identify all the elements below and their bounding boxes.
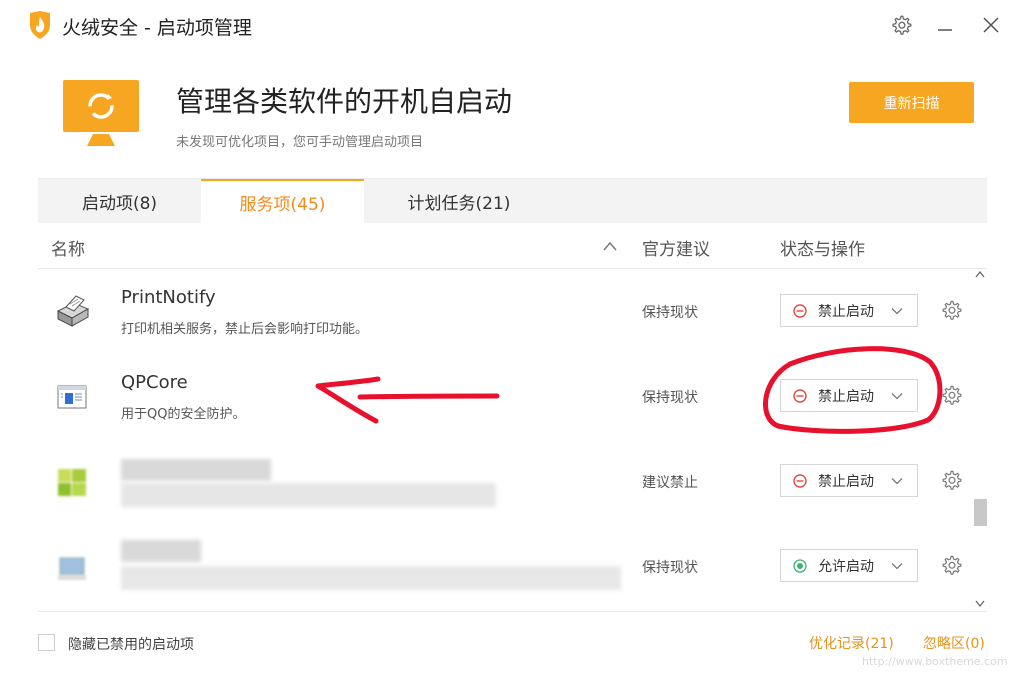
page-heading: 管理各类软件的开机自启动	[176, 85, 513, 118]
column-header-advice: 官方建议	[642, 240, 710, 260]
column-header-name[interactable]: 名称	[51, 235, 85, 260]
gear-icon[interactable]	[941, 300, 963, 322]
service-description: 打印机相关服务，禁止后会影响打印功能。	[121, 322, 369, 337]
scroll-up-icon[interactable]	[975, 269, 985, 281]
official-advice: 保持现状	[642, 560, 698, 576]
list-item: 建议禁止 禁止启动	[38, 439, 970, 524]
chevron-down-icon	[891, 308, 903, 315]
hide-disabled-checkbox[interactable]	[38, 634, 55, 651]
printer-icon	[56, 295, 90, 327]
rescan-button[interactable]: 重新扫描	[849, 82, 974, 123]
gear-icon	[892, 15, 912, 35]
sort-chevron-up-icon[interactable]	[603, 240, 617, 252]
blurred-app-icon	[58, 557, 86, 580]
scroll-thumb[interactable]	[974, 499, 987, 526]
redacted-service-name	[121, 459, 271, 481]
redacted-service-description	[121, 483, 496, 507]
settings-button[interactable]	[888, 12, 914, 38]
startup-monitor-icon	[63, 80, 139, 146]
gear-icon[interactable]	[941, 470, 963, 492]
status-dropdown[interactable]: 禁止启动	[780, 379, 918, 412]
disabled-circle-icon	[793, 388, 807, 403]
status-value: 禁止启动	[818, 388, 874, 405]
disabled-circle-icon	[793, 473, 807, 488]
official-advice: 保持现状	[642, 390, 698, 406]
status-value: 禁止启动	[818, 303, 874, 320]
gear-icon[interactable]	[941, 555, 963, 577]
official-advice: 保持现状	[642, 305, 698, 321]
watermark: http://www.boxtheme.com	[862, 655, 1008, 668]
service-name: QPCore	[121, 372, 188, 393]
huorong-logo-icon	[30, 11, 50, 39]
service-description: 用于QQ的安全防护。	[121, 407, 246, 422]
status-dropdown[interactable]: 禁止启动	[780, 464, 918, 497]
disabled-circle-icon	[793, 303, 807, 318]
status-value: 允许启动	[818, 558, 874, 575]
title-bar: 火绒安全 - 启动项管理	[0, 0, 1025, 50]
tab-scheduled-tasks[interactable]: 计划任务(21)	[364, 179, 554, 224]
minimize-icon	[938, 29, 952, 31]
gear-icon[interactable]	[941, 385, 963, 407]
enabled-circle-icon	[793, 558, 807, 573]
status-dropdown[interactable]: 允许启动	[780, 549, 918, 582]
list-item: QPCore 用于QQ的安全防护。 保持现状 禁止启动	[38, 354, 970, 439]
window-title: 火绒安全 - 启动项管理	[62, 17, 252, 39]
service-list: PrintNotify 打印机相关服务，禁止后会影响打印功能。 保持现状 禁止启…	[38, 269, 970, 611]
column-header-status: 状态与操作	[780, 240, 865, 260]
list-item: 保持现状 允许启动	[38, 524, 970, 609]
chevron-down-icon	[891, 563, 903, 570]
blurred-app-icon	[58, 469, 86, 496]
divider	[38, 611, 987, 612]
list-item: PrintNotify 打印机相关服务，禁止后会影响打印功能。 保持现状 禁止启…	[38, 269, 970, 354]
page-subtitle: 未发现可优化项目，您可手动管理启动项目	[176, 135, 424, 150]
redacted-service-description	[121, 566, 621, 590]
official-advice: 建议禁止	[642, 475, 698, 491]
close-icon	[983, 17, 999, 33]
close-button[interactable]	[978, 12, 1004, 38]
service-name: PrintNotify	[121, 287, 216, 308]
redacted-service-name	[121, 540, 201, 562]
scroll-down-icon[interactable]	[975, 597, 985, 609]
tab-services[interactable]: 服务项(45)	[201, 179, 364, 224]
optimize-record-link[interactable]: 优化记录(21)	[809, 633, 894, 653]
hide-disabled-label[interactable]: 隐藏已禁用的启动项	[68, 634, 194, 654]
tab-startup-items[interactable]: 启动项(8)	[38, 179, 201, 224]
tab-bar: 启动项(8) 服务项(45) 计划任务(21)	[38, 178, 987, 224]
list-scrollbar[interactable]	[971, 269, 989, 611]
window-app-icon	[57, 385, 87, 409]
status-value: 禁止启动	[818, 473, 874, 490]
ignore-zone-link[interactable]: 忽略区(0)	[923, 633, 985, 653]
status-dropdown[interactable]: 禁止启动	[780, 294, 918, 327]
chevron-down-icon	[891, 478, 903, 485]
chevron-down-icon	[891, 393, 903, 400]
list-header: 名称 官方建议 状态与操作	[38, 223, 987, 269]
minimize-button[interactable]	[932, 12, 958, 38]
